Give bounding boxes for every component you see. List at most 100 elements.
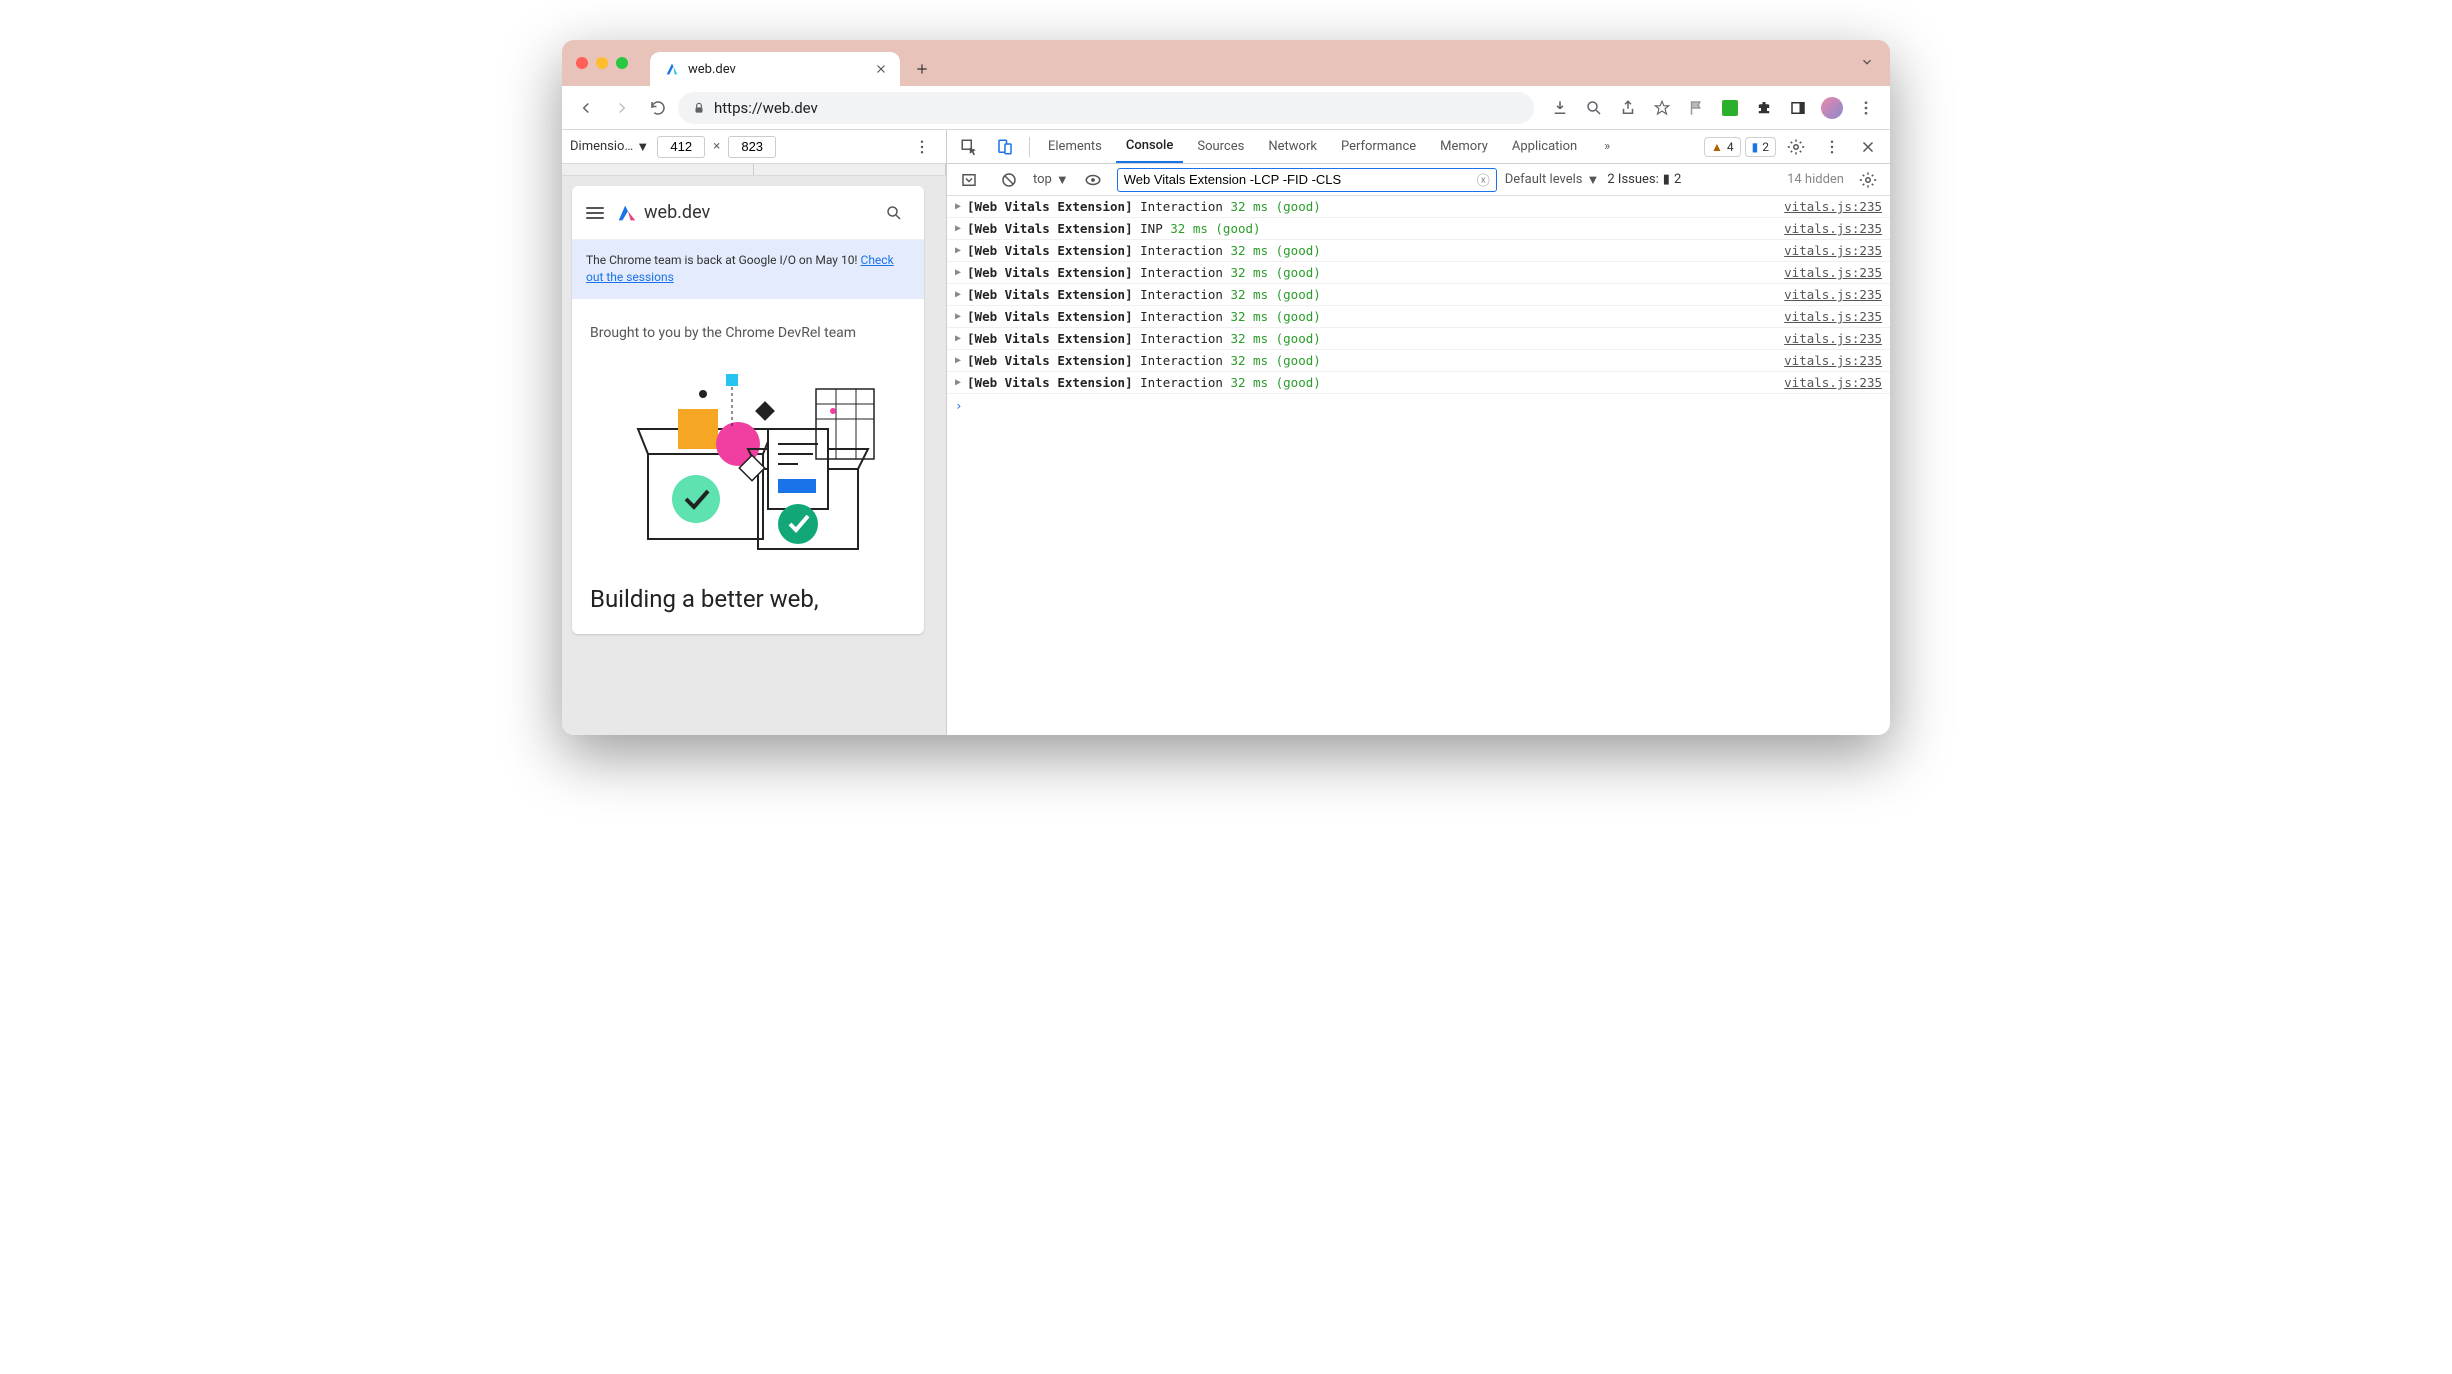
console-log-row[interactable]: ▶ [Web Vitals Extension] Interaction 32 m… [947, 328, 1890, 350]
console-prompt[interactable]: › [947, 394, 1890, 417]
console-log-row[interactable]: ▶[Web Vitals Extension] Interaction 32 m… [947, 350, 1890, 372]
clear-console-button[interactable] [993, 164, 1025, 196]
console-filter-input[interactable] [1124, 172, 1471, 187]
tab-sources[interactable]: Sources [1187, 130, 1254, 163]
tab-application[interactable]: Application [1502, 130, 1587, 163]
tab-elements[interactable]: Elements [1038, 130, 1112, 163]
site-logo[interactable]: web.dev [616, 202, 710, 224]
tab-performance[interactable]: Performance [1331, 130, 1426, 163]
profile-avatar[interactable] [1816, 92, 1848, 124]
log-message: [Web Vitals Extension] Interaction 32 ms… [967, 331, 1778, 346]
ban-icon [1000, 171, 1018, 189]
log-source-link[interactable]: vitals.js:235 [1784, 353, 1882, 368]
log-source-link[interactable]: vitals.js:235 [1784, 243, 1882, 258]
downloads-button[interactable] [1544, 92, 1576, 124]
expand-chevron-icon[interactable]: ▶ [955, 333, 961, 344]
back-button[interactable] [570, 92, 602, 124]
expand-chevron-icon[interactable]: ▶ [955, 245, 961, 256]
console-sidebar-toggle[interactable] [953, 164, 985, 196]
log-source-link[interactable]: vitals.js:235 [1784, 309, 1882, 324]
viewport: web.dev The Chrome team is back at Googl… [562, 176, 946, 735]
devtools-menu-button[interactable] [1816, 131, 1848, 163]
minimize-window-button[interactable] [596, 57, 608, 69]
console-log-row[interactable]: ▶[Web Vitals Extension] Interaction 32 m… [947, 262, 1890, 284]
console-log-row[interactable]: ▶[Web Vitals Extension] INP 32 ms (good)… [947, 218, 1890, 240]
address-bar[interactable]: https://web.dev [678, 92, 1534, 124]
expand-chevron-icon[interactable]: ▶ [955, 267, 961, 278]
caret-icon: ▼ [1056, 172, 1069, 188]
plus-icon [915, 62, 929, 76]
log-source-link[interactable]: vitals.js:235 [1784, 287, 1882, 302]
new-tab-button[interactable] [908, 55, 936, 83]
maximize-window-button[interactable] [616, 57, 628, 69]
search-icon [885, 204, 903, 222]
console-settings-button[interactable] [1852, 164, 1884, 196]
context-selector[interactable]: top ▼ [1033, 172, 1069, 188]
log-message: [Web Vitals Extension] Interaction 32 ms… [967, 375, 1778, 390]
log-levels-dropdown[interactable]: Default levels ▼ [1505, 172, 1600, 188]
close-window-button[interactable] [576, 57, 588, 69]
devtools-close-button[interactable] [1852, 131, 1884, 163]
console-log-row[interactable]: ▶[Web Vitals Extension] Interaction 32 m… [947, 284, 1890, 306]
search-button[interactable] [878, 197, 910, 229]
log-source-link[interactable]: vitals.js:235 [1784, 375, 1882, 390]
hamburger-menu-button[interactable] [586, 207, 604, 219]
webdev-logo-icon [616, 202, 638, 224]
tab-memory[interactable]: Memory [1430, 130, 1498, 163]
tab-network[interactable]: Network [1258, 130, 1327, 163]
console-log-row[interactable]: ▶[Web Vitals Extension] Interaction 32 m… [947, 306, 1890, 328]
expand-chevron-icon[interactable]: ▶ [955, 355, 961, 366]
url-text: https://web.dev [714, 99, 818, 117]
chrome-menu-button[interactable] [1850, 92, 1882, 124]
warning-icon: ▲ [1711, 140, 1723, 154]
console-log-row[interactable]: ▶[Web Vitals Extension] Interaction 32 m… [947, 240, 1890, 262]
warnings-badge[interactable]: ▲4 [1704, 137, 1741, 157]
more-tabs-button[interactable]: » [1591, 131, 1623, 163]
share-button[interactable] [1612, 92, 1644, 124]
expand-chevron-icon[interactable]: ▶ [955, 289, 961, 300]
device-mode-button[interactable] [989, 131, 1021, 163]
tab-console[interactable]: Console [1116, 130, 1183, 163]
expand-chevron-icon[interactable]: ▶ [955, 311, 961, 322]
devtools-settings-button[interactable] [1780, 131, 1812, 163]
expand-chevron-icon[interactable]: ▶ [955, 223, 961, 234]
device-more-button[interactable] [906, 131, 938, 163]
expand-chevron-icon[interactable]: ▶ [955, 201, 961, 212]
console-log-row[interactable]: ▶[Web Vitals Extension] Interaction 32 m… [947, 196, 1890, 218]
tabs-dropdown-button[interactable] [1860, 54, 1874, 73]
console-toolbar: top ▼ ⓧ Default levels ▼ 2 Issues: ▮ 2 1… [947, 164, 1890, 196]
close-tab-button[interactable] [874, 62, 888, 76]
forward-button[interactable] [606, 92, 638, 124]
log-source-link[interactable]: vitals.js:235 [1784, 221, 1882, 236]
console-filter[interactable]: ⓧ [1117, 168, 1497, 192]
inspect-element-button[interactable] [953, 131, 985, 163]
bookmark-button[interactable] [1646, 92, 1678, 124]
console-log-row[interactable]: ▶ [Web Vitals Extension] Interaction 32 m… [947, 372, 1890, 394]
log-source-link[interactable]: vitals.js:235 [1784, 331, 1882, 346]
reload-button[interactable] [642, 92, 674, 124]
live-expression-button[interactable] [1077, 164, 1109, 196]
clear-filter-button[interactable]: ⓧ [1477, 170, 1490, 189]
device-dropdown[interactable]: Dimensio… ▼ [570, 139, 649, 155]
log-source-link[interactable]: vitals.js:235 [1784, 199, 1882, 214]
message-icon: ▮ [1752, 140, 1759, 154]
flag-ext-icon[interactable] [1680, 92, 1712, 124]
lock-icon [692, 101, 706, 115]
expand-chevron-icon[interactable]: ▶ [955, 377, 961, 388]
log-source-link[interactable]: vitals.js:235 [1784, 265, 1882, 280]
device-width-input[interactable] [657, 136, 705, 158]
zoom-button[interactable] [1578, 92, 1610, 124]
sidepanel-button[interactable] [1782, 92, 1814, 124]
messages-badge[interactable]: ▮2 [1745, 137, 1776, 157]
toolbar-actions [1544, 92, 1882, 124]
browser-tab[interactable]: web.dev [650, 52, 900, 86]
window-controls [576, 57, 628, 69]
issues-button[interactable]: 2 Issues: ▮ 2 [1607, 172, 1681, 187]
device-height-input[interactable] [728, 136, 776, 158]
hidden-count: 14 hidden [1787, 172, 1844, 187]
device-toolbar: Dimensio… ▼ × [562, 130, 946, 164]
titlebar: web.dev [562, 40, 1890, 86]
green-ext-icon[interactable] [1714, 92, 1746, 124]
extensions-button[interactable] [1748, 92, 1780, 124]
devtools-container: Dimensio… ▼ × web.dev [562, 130, 1890, 735]
